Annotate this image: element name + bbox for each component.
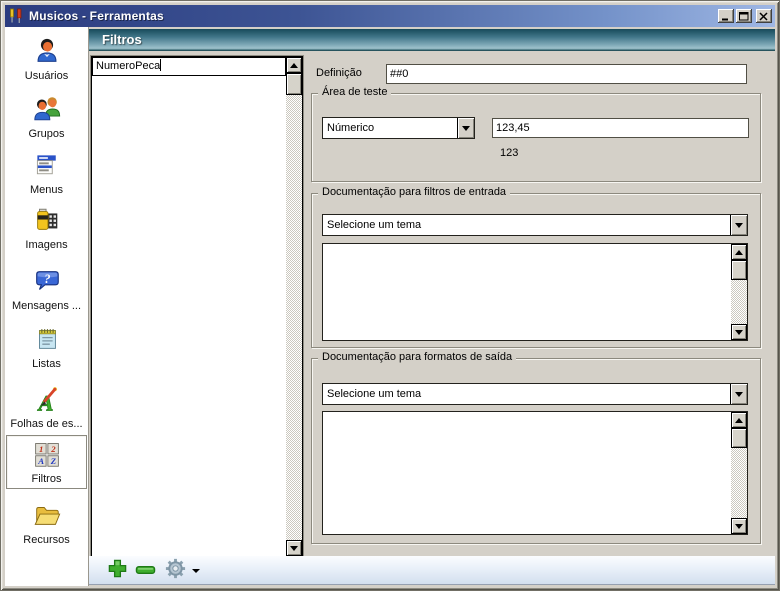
- output-docs-textarea[interactable]: [322, 411, 748, 535]
- input-docs-title: Documentação para filtros de entrada: [318, 186, 510, 198]
- output-docs-scrollbar[interactable]: [731, 412, 747, 534]
- notepad-icon: [7, 321, 86, 357]
- svg-text:A: A: [37, 456, 44, 466]
- dropdown-caret-icon: [192, 569, 200, 573]
- user-icon: [7, 33, 86, 69]
- scroll-up-button[interactable]: [731, 244, 747, 260]
- sidebar-item-menus[interactable]: Menus: [7, 147, 86, 201]
- filter-name-text: NumeroPeca: [96, 60, 160, 72]
- gear-icon: [164, 557, 187, 585]
- arrow-up-icon: [735, 418, 743, 423]
- titlebar: Musicos - Ferramentas: [5, 5, 775, 27]
- stylesheet-brush-icon: A: [7, 381, 86, 417]
- definition-label: Definição: [316, 67, 362, 79]
- scroll-down-button[interactable]: [731, 324, 747, 340]
- scroll-thumb[interactable]: [731, 260, 747, 280]
- svg-text:2: 2: [50, 444, 56, 454]
- test-area-group: Área de teste Númerico 123: [311, 93, 761, 182]
- arrow-down-icon: [462, 126, 470, 131]
- remove-filter-button[interactable]: [134, 560, 156, 582]
- filter-type-select[interactable]: Númerico: [322, 117, 475, 139]
- arrow-up-icon: [290, 63, 298, 68]
- maximize-button[interactable]: [736, 9, 752, 23]
- svg-text:1: 1: [38, 444, 42, 454]
- output-docs-topic-value: Selecione um tema: [327, 384, 421, 404]
- sidebar-item-filtros[interactable]: 1 2 A Z Filtros: [6, 435, 87, 489]
- arrow-down-icon: [735, 330, 743, 335]
- output-docs-title: Documentação para formatos de saída: [318, 351, 516, 363]
- scroll-down-button[interactable]: [286, 540, 302, 556]
- window-controls: [716, 9, 772, 23]
- menu-window-icon: [7, 147, 86, 183]
- text-cursor: [160, 59, 161, 71]
- test-result-value: 123: [500, 147, 518, 159]
- message-bubble-icon: ?: [7, 263, 86, 299]
- arrow-down-icon: [735, 524, 743, 529]
- window-title: Musicos - Ferramentas: [29, 9, 164, 23]
- filter-list[interactable]: NumeroPeca: [91, 56, 303, 557]
- sidebar: Usuários Grupos: [5, 27, 89, 586]
- page-title-text: Filtros: [102, 32, 142, 47]
- definition-input[interactable]: [386, 64, 747, 84]
- input-docs-group: Documentação para filtros de entrada Sel…: [311, 193, 761, 348]
- list-toolbar: [89, 556, 775, 585]
- sidebar-item-grupos[interactable]: Grupos: [7, 91, 86, 145]
- sidebar-item-imagens[interactable]: Imagens: [7, 202, 86, 256]
- svg-text:Z: Z: [49, 456, 56, 466]
- chevron-down-icon[interactable]: [730, 384, 747, 404]
- app-tools-icon: [8, 8, 24, 24]
- arrow-down-icon: [735, 223, 743, 228]
- add-filter-button[interactable]: [106, 560, 128, 582]
- filter-type-value: Númerico: [327, 118, 374, 138]
- plus-icon: [107, 558, 128, 584]
- output-docs-topic-select[interactable]: Selecione um tema: [322, 383, 748, 405]
- input-docs-textarea[interactable]: [322, 243, 748, 341]
- filter-keys-icon: 1 2 A Z: [7, 436, 86, 472]
- film-roll-icon: [7, 202, 86, 238]
- sidebar-item-listas[interactable]: Listas: [7, 321, 86, 375]
- sidebar-item-recursos[interactable]: Recursos: [7, 497, 86, 551]
- output-docs-group: Documentação para formatos de saída Sele…: [311, 358, 761, 544]
- arrow-down-icon: [735, 392, 743, 397]
- settings-button[interactable]: [163, 558, 201, 583]
- scroll-up-button[interactable]: [286, 57, 302, 73]
- input-docs-scrollbar[interactable]: [731, 244, 747, 340]
- page-title: Filtros: [89, 29, 775, 51]
- filter-list-scrollbar[interactable]: [286, 57, 302, 556]
- minus-icon: [135, 562, 156, 580]
- input-docs-topic-select[interactable]: Selecione um tema: [322, 214, 748, 236]
- chevron-down-icon[interactable]: [457, 118, 474, 138]
- input-docs-topic-value: Selecione um tema: [327, 215, 421, 235]
- folder-icon: [7, 497, 86, 533]
- arrow-up-icon: [735, 250, 743, 255]
- scroll-down-button[interactable]: [731, 518, 747, 534]
- filter-name-edit-field[interactable]: NumeroPeca: [92, 57, 286, 76]
- test-area-title: Área de teste: [318, 86, 391, 98]
- minimize-button[interactable]: [718, 9, 734, 23]
- chevron-down-icon[interactable]: [730, 215, 747, 235]
- group-icon: [7, 91, 86, 127]
- close-button[interactable]: [756, 9, 772, 23]
- scroll-up-button[interactable]: [731, 412, 747, 428]
- window-body: Usuários Grupos: [5, 27, 775, 586]
- sidebar-item-folhas-de-estilo[interactable]: A Folhas de es...: [7, 381, 86, 435]
- arrow-down-icon: [290, 546, 298, 551]
- app-window: Musicos - Ferramentas: [0, 0, 780, 591]
- sidebar-item-mensagens[interactable]: ? Mensagens ...: [7, 263, 86, 317]
- sidebar-item-usuarios[interactable]: Usuários: [7, 33, 86, 87]
- scroll-thumb[interactable]: [286, 73, 302, 95]
- scroll-thumb[interactable]: [731, 428, 747, 448]
- test-value-input[interactable]: [492, 118, 749, 138]
- svg-text:?: ?: [44, 272, 50, 286]
